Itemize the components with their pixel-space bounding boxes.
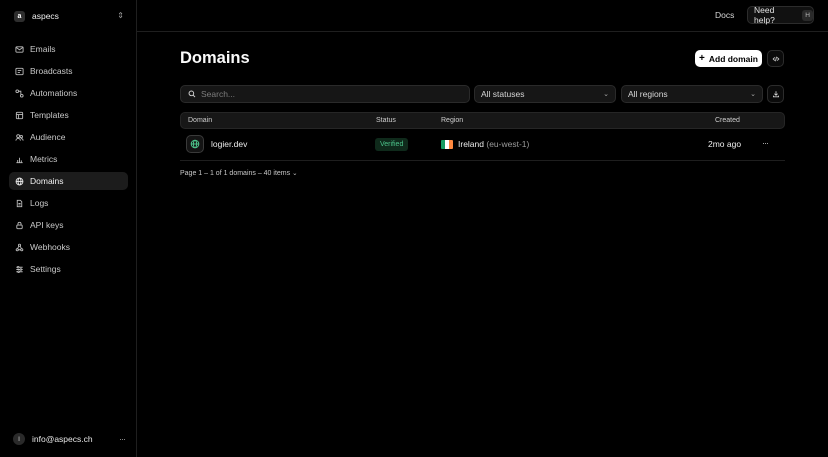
search-input[interactable] [201,89,451,99]
region-cell: Ireland (eu-west-1) [458,139,529,149]
broadcast-icon [15,67,24,75]
code-icon [772,56,779,61]
mail-icon [15,45,24,53]
sidebar-nav: Emails Broadcasts Automations Templates … [9,40,128,282]
domain-name[interactable]: logier.dev [211,139,247,149]
sidebar-item-label: Broadcasts [30,66,73,76]
api-code-button[interactable] [767,50,784,67]
column-domain: Domain [188,117,213,124]
workspace-name: aspecs [32,11,59,21]
region-code: (eu-west-1) [486,139,530,149]
workspace-logo: a [14,10,25,22]
sidebar-item-label: Metrics [30,154,58,164]
automation-icon [15,88,24,98]
pagination-text: Page 1 – 1 of 1 domains – 40 items [180,169,291,177]
avatar: I [13,433,25,445]
more-icon[interactable]: ··· [762,138,769,148]
search-icon [188,90,196,98]
domain-icon [186,135,204,153]
column-created: Created [715,117,740,124]
chevron-down-icon: ⌄ [292,170,298,177]
workspace-switcher[interactable]: a aspecs ⇕ [9,7,129,25]
sidebar-item-label: Settings [30,264,61,274]
more-icon[interactable]: ··· [119,434,126,444]
status-badge: Verified [375,138,409,151]
sidebar-item-webhooks[interactable]: Webhooks [9,238,128,256]
download-icon [772,91,779,98]
sidebar-item-domains[interactable]: Domains [9,172,128,190]
ireland-flag-icon [441,140,453,149]
search-field[interactable] [180,85,470,103]
export-button[interactable] [767,85,784,103]
users-icon [15,133,24,141]
chart-icon [16,157,23,163]
sliders-icon [16,265,23,273]
log-icon [16,199,23,207]
created-cell: 2mo ago [708,139,742,149]
sidebar-item-logs[interactable]: Logs [9,194,128,212]
sidebar-item-broadcasts[interactable]: Broadcasts [9,62,128,80]
chevron-down-icon: ⌄ [750,91,756,98]
sidebar-item-label: API keys [30,220,64,230]
globe-icon [15,177,24,185]
template-icon [15,111,24,119]
sidebar-item-label: Logs [30,198,49,208]
chevron-up-down-icon: ⇕ [117,11,124,20]
sidebar-item-automations[interactable]: Automations [9,84,128,102]
sidebar-item-label: Audience [30,132,66,142]
add-domain-button[interactable]: + Add domain [695,50,762,67]
need-help-label: Need help? [754,5,775,25]
need-help-button[interactable]: Need help? H [747,5,814,25]
lock-icon [16,221,23,229]
status-filter-value: All statuses [481,89,525,99]
sidebar-item-label: Webhooks [30,242,71,252]
webhook-icon [15,243,24,251]
sidebar-item-api-keys[interactable]: API keys [9,216,128,234]
column-status: Status [376,117,396,124]
sidebar-item-audience[interactable]: Audience [9,128,128,146]
top-bar: Docs Need help? H [137,0,828,32]
user-email: info@aspecs.ch [32,434,93,444]
sidebar: a aspecs ⇕ Emails Broadcasts Automations… [0,0,137,457]
add-domain-label: Add domain [708,53,758,64]
table-row[interactable]: logier.dev Verified Ireland (eu-west-1) … [180,129,785,161]
sidebar-item-label: Templates [30,110,69,120]
globe-icon [190,139,200,149]
sidebar-item-label: Domains [30,176,64,186]
region-name: Ireland [458,139,484,149]
sidebar-item-label: Automations [30,88,78,98]
page-title: Domains [180,49,250,67]
table-header: Domain Status Region Created [180,112,785,129]
region-filter-value: All regions [628,89,668,99]
pagination[interactable]: Page 1 – 1 of 1 domains – 40 items ⌄ [180,169,298,178]
sidebar-item-templates[interactable]: Templates [9,106,128,124]
user-menu[interactable]: I info@aspecs.ch ··· [9,430,129,448]
region-filter[interactable]: All regions ⌄ [621,85,763,103]
docs-link[interactable]: Docs [715,10,734,20]
sidebar-item-label: Emails [30,44,56,54]
plus-icon: + [699,52,705,64]
sidebar-item-metrics[interactable]: Metrics [9,150,128,168]
column-region: Region [441,117,464,124]
sidebar-item-emails[interactable]: Emails [9,40,128,58]
keyboard-shortcut: H [802,9,813,21]
status-filter[interactable]: All statuses ⌄ [474,85,616,103]
sidebar-item-settings[interactable]: Settings [9,260,128,278]
chevron-down-icon: ⌄ [603,91,609,98]
